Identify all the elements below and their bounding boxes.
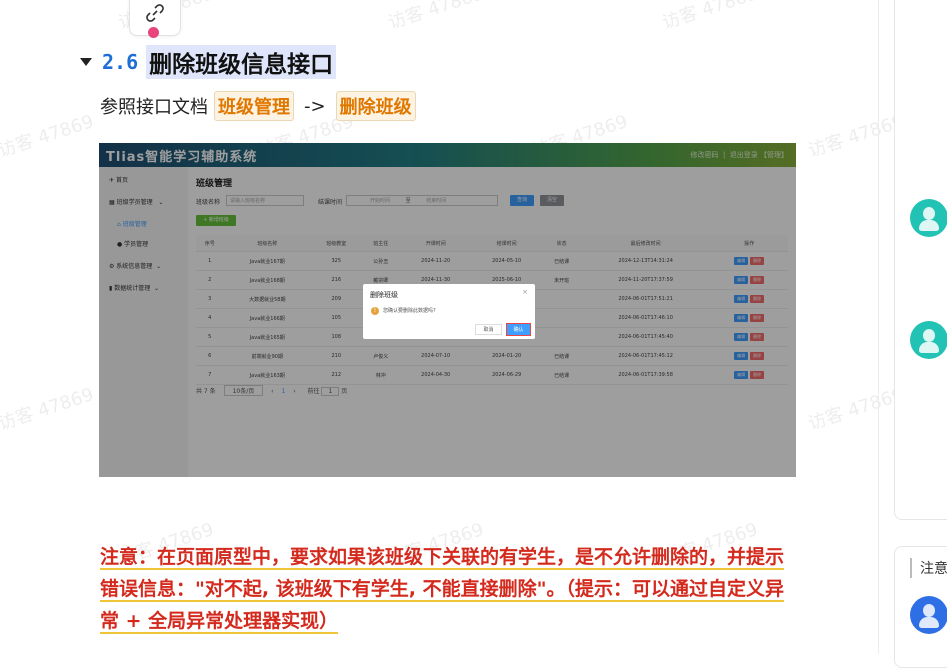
dialog-confirm-button: 确认: [506, 323, 531, 336]
watermark: 访客 47869: [659, 0, 761, 34]
dialog-title: 删除班级: [370, 291, 398, 299]
user-avatar[interactable]: [910, 596, 947, 634]
note-card-label: 注意: [910, 558, 947, 578]
watermark: 访客 47869: [0, 384, 97, 435]
heading-title: 删除班级信息接口: [146, 45, 337, 79]
tag-delete-class[interactable]: 删除班级: [335, 91, 416, 121]
comment-card: [894, 0, 947, 520]
heading-number: 2.6: [102, 50, 139, 74]
close-icon: ×: [522, 288, 528, 296]
dialog-message: 您确认要删除此数据吗?: [383, 308, 436, 314]
reference-line: 参照接口文档 班级管理 -> 删除班级: [100, 91, 422, 121]
section-heading[interactable]: 2.6 删除班级信息接口: [80, 45, 337, 79]
tag-class-management[interactable]: 班级管理: [214, 91, 294, 121]
user-avatar[interactable]: [910, 321, 947, 359]
watermark: 访客 47869: [805, 111, 907, 162]
notification-dot: [148, 27, 159, 38]
reference-arrow: ->: [304, 95, 326, 117]
note-paragraph: 注意：在页面原型中，要求如果该班级下关联的有学生，是不允许删除的，并提示错误信息…: [100, 541, 800, 637]
delete-confirm-dialog: 删除班级 × ! 您确认要删除此数据吗? 取消 确认: [363, 284, 535, 339]
dialog-cancel-button: 取消: [475, 324, 502, 335]
warning-icon: !: [371, 307, 379, 315]
watermark: 访客 47869: [0, 111, 97, 162]
reference-prefix: 参照接口文档: [100, 97, 208, 118]
panel-divider: [878, 0, 879, 654]
embedded-screenshot: Tlias智能学习辅助系统 修改密码 | 退出登录 【管理】 ✈ 首页 ▦ 班级…: [99, 143, 796, 477]
link-edit-icon: [146, 4, 164, 22]
watermark: 访客 47869: [385, 0, 487, 34]
user-avatar[interactable]: [910, 199, 947, 237]
note-text: 注意：在页面原型中，要求如果该班级下关联的有学生，是不允许删除的，并提示错误信息…: [100, 546, 785, 634]
watermark: 访客 47869: [805, 384, 907, 435]
collapse-caret-icon[interactable]: [80, 58, 92, 66]
